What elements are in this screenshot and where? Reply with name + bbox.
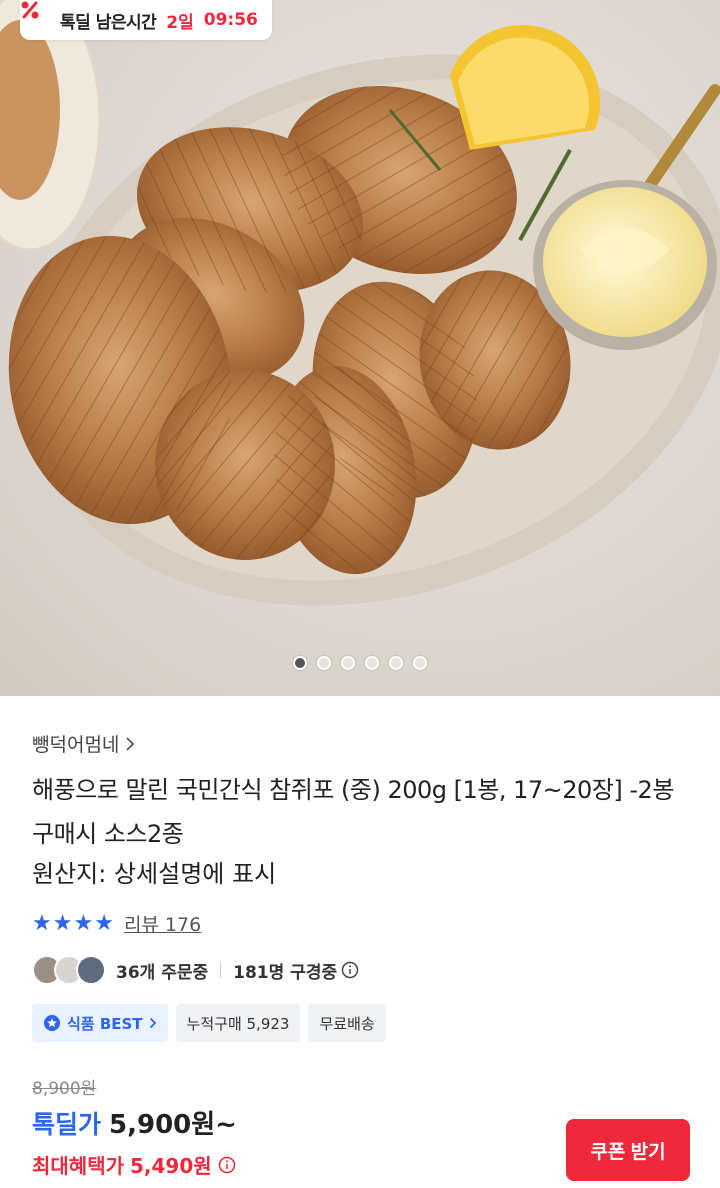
original-price: 8,900원	[32, 1079, 97, 1099]
product-info: 뺑덕어멈네 해풍으로 말린 국민간식 참쥐포 (중) 200g [1봉, 17~…	[0, 696, 720, 1188]
deal-timer-days: 2일	[166, 12, 194, 33]
get-coupon-button[interactable]: 쿠폰 받기	[566, 1119, 690, 1181]
star-icon: ★	[94, 910, 114, 936]
info-icon[interactable]	[218, 1156, 236, 1174]
free-shipping-badge: 무료배송	[308, 1004, 386, 1042]
product-origin: 원산지: 상세설명에 표시	[32, 860, 277, 888]
carousel-dot[interactable]	[293, 656, 307, 670]
deal-timer-banner: 톡딜 남은시간 2일 09:56	[20, 0, 272, 40]
product-image-carousel[interactable]: 톡딜 남은시간 2일 09:56	[0, 0, 720, 696]
product-title: 해풍으로 말린 국민간식 참쥐포 (중) 200g [1봉, 17~20장] -…	[32, 776, 674, 848]
rating-row: ★ ★ ★ ★ 리뷰 176	[32, 910, 201, 937]
max-benefit-amount: 5,490원	[130, 1154, 212, 1178]
food-best-badge[interactable]: 식품 BEST	[32, 1004, 168, 1042]
carousel-dot[interactable]	[341, 656, 355, 670]
deal-percent-icon	[21, 1, 54, 31]
social-proof: 36개 주문중 181명 구경중	[32, 954, 359, 986]
badge-row: 식품 BEST 누적구매 5,923 무료배송	[32, 1004, 386, 1042]
seller-link[interactable]: 뺑덕어멈네	[32, 730, 135, 757]
chevron-right-icon	[149, 1017, 156, 1029]
deal-price-amount: 5,900원~	[109, 1110, 237, 1140]
deal-price-label: 톡딜가	[32, 1110, 102, 1139]
cumulative-purchase-badge: 누적구매 5,923	[175, 1004, 301, 1042]
buyer-avatars	[32, 955, 106, 985]
star-icon: ★	[73, 910, 94, 936]
product-photo	[0, 0, 720, 606]
review-link[interactable]: 리뷰 176	[124, 910, 201, 937]
avatar	[76, 955, 106, 985]
carousel-indicator	[0, 656, 720, 670]
carousel-dot[interactable]	[317, 656, 331, 670]
chevron-right-icon	[126, 736, 135, 751]
best-star-icon	[44, 1015, 60, 1031]
info-icon[interactable]	[341, 961, 359, 979]
carousel-dot[interactable]	[389, 656, 403, 670]
best-badge-label: 식품 BEST	[67, 1014, 143, 1033]
star-icon: ★	[52, 910, 73, 936]
max-benefit-price: 최대혜택가 5,490원	[32, 1150, 236, 1179]
deal-timer-time: 09:56	[203, 10, 258, 30]
divider	[220, 962, 222, 978]
carousel-dot[interactable]	[365, 656, 379, 670]
deal-timer-label: 톡딜 남은시간	[60, 12, 157, 33]
viewing-count: 181명 구경중	[233, 962, 338, 983]
ordering-count: 36개 주문중	[116, 962, 209, 983]
star-icon: ★	[32, 910, 52, 936]
max-benefit-label: 최대혜택가	[32, 1154, 124, 1178]
deal-price: 톡딜가 5,900원~	[32, 1104, 237, 1141]
star-rating: ★ ★ ★ ★	[32, 910, 114, 936]
carousel-dot[interactable]	[413, 656, 427, 670]
seller-name: 뺑덕어멈네	[32, 734, 120, 756]
